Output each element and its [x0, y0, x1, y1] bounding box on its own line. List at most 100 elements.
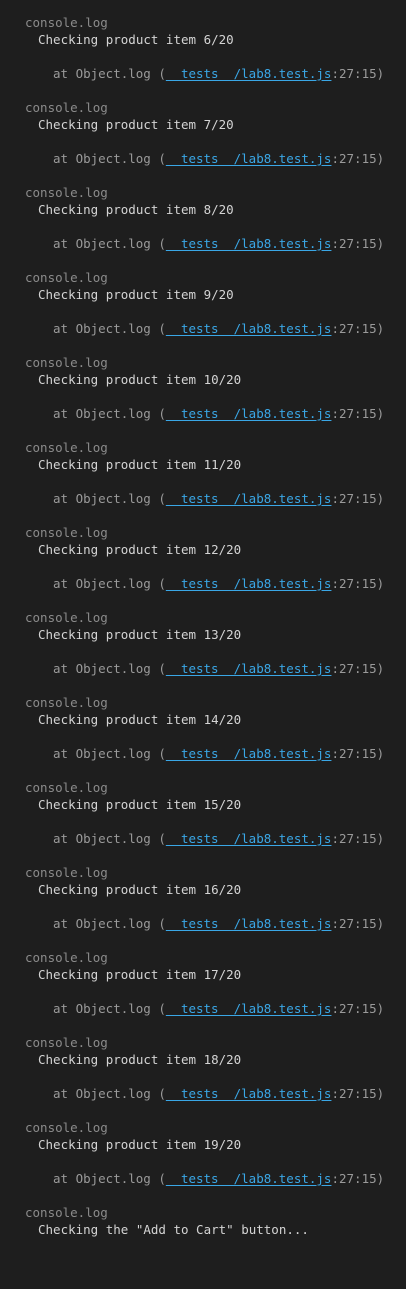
- log-entry: console.log Checking product item 17/20 …: [25, 949, 406, 1034]
- trace-location: :27:15): [331, 661, 385, 676]
- source-file-link[interactable]: __tests__/lab8.test.js: [166, 321, 332, 336]
- stack-trace: at Object.log (__tests__/lab8.test.js:27…: [53, 235, 384, 252]
- stack-trace: at Object.log (__tests__/lab8.test.js:27…: [53, 65, 384, 82]
- log-entry: console.log Checking product item 8/20 a…: [25, 184, 406, 269]
- trace-prefix: at Object.log (: [53, 831, 166, 846]
- console-log-tag: console.log: [25, 525, 108, 540]
- log-entry: console.log Checking product item 9/20 a…: [25, 269, 406, 354]
- terminal-output: console.log Checking product item 6/20 a…: [0, 0, 406, 1253]
- trace-prefix: at Object.log (: [53, 66, 166, 81]
- trace-prefix: at Object.log (: [53, 236, 166, 251]
- trace-location: :27:15): [331, 321, 385, 336]
- console-log-tag: console.log: [25, 1035, 108, 1050]
- log-entry: console.log Checking product item 16/20 …: [25, 864, 406, 949]
- log-entry: console.log Checking product item 12/20 …: [25, 524, 406, 609]
- trace-prefix: at Object.log (: [53, 746, 166, 761]
- source-file-link[interactable]: __tests__/lab8.test.js: [166, 576, 332, 591]
- log-message: Checking product item 11/20: [38, 457, 242, 472]
- trace-prefix: at Object.log (: [53, 576, 166, 591]
- trace-location: :27:15): [331, 576, 385, 591]
- trace-location: :27:15): [331, 236, 385, 251]
- trace-location: :27:15): [331, 1001, 385, 1016]
- log-message: Checking product item 16/20: [38, 882, 242, 897]
- trace-prefix: at Object.log (: [53, 661, 166, 676]
- log-entry: console.log Checking product item 11/20 …: [25, 439, 406, 524]
- log-entry: console.log Checking product item 18/20 …: [25, 1034, 406, 1119]
- console-log-tag: console.log: [25, 270, 108, 285]
- log-message: Checking product item 7/20: [38, 117, 234, 132]
- log-entry: console.log Checking product item 19/20 …: [25, 1119, 406, 1204]
- console-log-tag: console.log: [25, 440, 108, 455]
- console-log-tag: console.log: [25, 695, 108, 710]
- log-message: Checking product item 17/20: [38, 967, 242, 982]
- trace-prefix: at Object.log (: [53, 1171, 166, 1186]
- trace-prefix: at Object.log (: [53, 406, 166, 421]
- console-log-tag: console.log: [25, 610, 108, 625]
- console-log-tag: console.log: [25, 355, 108, 370]
- trace-location: :27:15): [331, 1171, 385, 1186]
- trace-location: :27:15): [331, 831, 385, 846]
- trace-location: :27:15): [331, 66, 385, 81]
- log-entry: console.log Checking the "Add to Cart" b…: [25, 1204, 406, 1289]
- log-message: Checking product item 18/20: [38, 1052, 242, 1067]
- trace-prefix: at Object.log (: [53, 151, 166, 166]
- stack-trace: at Object.log (__tests__/lab8.test.js:27…: [53, 830, 384, 847]
- console-log-tag: console.log: [25, 780, 108, 795]
- stack-trace: at Object.log (__tests__/lab8.test.js:27…: [53, 490, 384, 507]
- console-log-tag: console.log: [25, 950, 108, 965]
- stack-trace: at Object.log (__tests__/lab8.test.js:27…: [53, 915, 384, 932]
- trace-location: :27:15): [331, 151, 385, 166]
- source-file-link[interactable]: __tests__/lab8.test.js: [166, 661, 332, 676]
- trace-prefix: at Object.log (: [53, 321, 166, 336]
- trace-location: :27:15): [331, 406, 385, 421]
- trace-prefix: at Object.log (: [53, 1086, 166, 1101]
- stack-trace: at Object.log (__tests__/lab8.test.js:27…: [53, 1000, 384, 1017]
- stack-trace: at Object.log (__tests__/lab8.test.js:27…: [53, 320, 384, 337]
- log-entry: console.log Checking product item 6/20 a…: [25, 14, 406, 99]
- log-message: Checking product item 13/20: [38, 627, 242, 642]
- stack-trace: at Object.log (__tests__/lab8.test.js:27…: [53, 405, 384, 422]
- source-file-link[interactable]: __tests__/lab8.test.js: [166, 916, 332, 931]
- source-file-link[interactable]: __tests__/lab8.test.js: [166, 1001, 332, 1016]
- stack-trace: at Object.log (__tests__/lab8.test.js:27…: [53, 150, 384, 167]
- source-file-link[interactable]: __tests__/lab8.test.js: [166, 746, 332, 761]
- trace-location: :27:15): [331, 491, 385, 506]
- log-entry: console.log Checking product item 7/20 a…: [25, 99, 406, 184]
- stack-trace: at Object.log (__tests__/lab8.test.js:27…: [53, 1085, 384, 1102]
- log-message: Checking product item 14/20: [38, 712, 242, 727]
- source-file-link[interactable]: __tests__/lab8.test.js: [166, 491, 332, 506]
- log-message: Checking product item 6/20: [38, 32, 234, 47]
- trace-prefix: at Object.log (: [53, 491, 166, 506]
- stack-trace: at Object.log (__tests__/lab8.test.js:27…: [53, 745, 384, 762]
- source-file-link[interactable]: __tests__/lab8.test.js: [166, 831, 332, 846]
- trace-prefix: at Object.log (: [53, 1001, 166, 1016]
- log-message: Checking product item 12/20: [38, 542, 242, 557]
- trace-location: :27:15): [331, 1086, 385, 1101]
- source-file-link[interactable]: __tests__/lab8.test.js: [166, 1086, 332, 1101]
- console-log-tag: console.log: [25, 1120, 108, 1135]
- log-message: Checking product item 19/20: [38, 1137, 242, 1152]
- trace-prefix: at Object.log (: [53, 916, 166, 931]
- log-message: Checking product item 10/20: [38, 372, 242, 387]
- stack-trace: at Object.log (__tests__/lab8.test.js:27…: [53, 1170, 384, 1187]
- trace-location: :27:15): [331, 916, 385, 931]
- log-entry: console.log Checking product item 15/20 …: [25, 779, 406, 864]
- trace-location: :27:15): [331, 746, 385, 761]
- source-file-link[interactable]: __tests__/lab8.test.js: [166, 236, 332, 251]
- log-message: Checking product item 15/20: [38, 797, 242, 812]
- source-file-link[interactable]: __tests__/lab8.test.js: [166, 406, 332, 421]
- console-log-tag: console.log: [25, 100, 108, 115]
- source-file-link[interactable]: __tests__/lab8.test.js: [166, 66, 332, 81]
- console-log-tag: console.log: [25, 1205, 108, 1220]
- console-log-tag: console.log: [25, 185, 108, 200]
- source-file-link[interactable]: __tests__/lab8.test.js: [166, 1171, 332, 1186]
- log-entry: console.log Checking product item 10/20 …: [25, 354, 406, 439]
- stack-trace: at Object.log (__tests__/lab8.test.js:27…: [53, 575, 384, 592]
- stack-trace: at Object.log (__tests__/lab8.test.js:27…: [53, 660, 384, 677]
- log-entry: console.log Checking product item 14/20 …: [25, 694, 406, 779]
- log-entry: console.log Checking product item 13/20 …: [25, 609, 406, 694]
- log-message: Checking the "Add to Cart" button...: [38, 1222, 309, 1237]
- log-message: Checking product item 9/20: [38, 287, 234, 302]
- console-log-tag: console.log: [25, 865, 108, 880]
- source-file-link[interactable]: __tests__/lab8.test.js: [166, 151, 332, 166]
